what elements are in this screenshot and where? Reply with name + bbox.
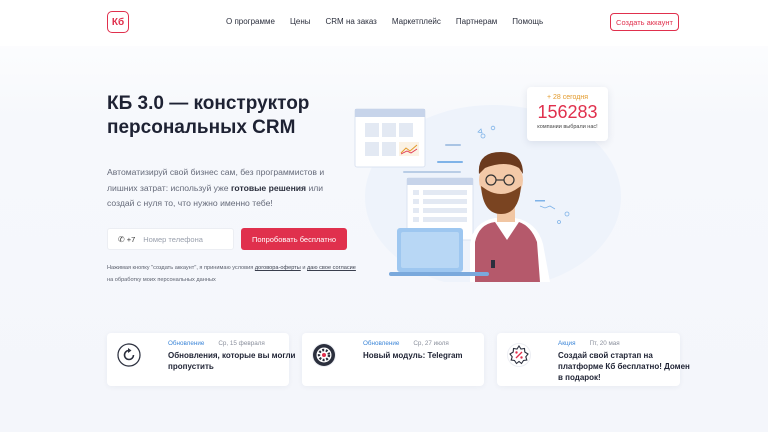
card-date: Пт, 20 мая [589,340,620,347]
nav-help[interactable]: Помощь [512,17,543,26]
main-nav: О программе Цены CRM на заказ Маркетплей… [226,17,543,26]
nav-prices[interactable]: Цены [290,17,311,26]
phone-icon: ✆ [118,234,125,244]
site-header: Кб О программе Цены CRM на заказ Маркетп… [0,0,768,46]
phone-input[interactable] [143,234,224,244]
offer-agreement-link[interactable]: договора-оферты [255,265,301,271]
nav-crm-custom[interactable]: CRM на заказ [326,17,377,26]
stats-caption: компании выбрали нас! [537,124,598,130]
card-title: Создай свой стартап на платформе Кб бесп… [558,351,690,382]
stats-count: 156283 [537,102,598,122]
nav-marketplace[interactable]: Маркетплейс [392,17,441,26]
card-date: Ср, 27 июля [413,340,449,347]
card-title: Новый модуль: Telegram [363,351,463,360]
gear-icon [312,343,336,367]
card-tag: Обновление [168,340,205,347]
card-meta: Обновление Ср, 27 июля [363,340,449,347]
nav-about[interactable]: О программе [226,17,275,26]
app-window-illustration [354,108,426,168]
page-title: КБ 3.0 — конструктор персональных CRM [107,93,310,138]
phone-country-code: +7 [126,234,136,244]
refresh-icon [117,343,141,367]
news-card-telegram[interactable]: Обновление Ср, 27 июля Новый модуль: Tele… [302,333,484,386]
nav-partners[interactable]: Партнерам [456,17,497,26]
phone-field[interactable]: ✆ +7 [107,228,234,250]
hero-desc-bold: готовые решения [230,182,307,193]
signup-stats-card: + 28 сегодня 156283 компании выбрали нас… [527,87,608,141]
news-card-promo[interactable]: Акция Пт, 20 мая Создай свой стартап на п… [497,333,690,386]
card-meta: Акция Пт, 20 мая [558,340,620,347]
consent-part3: на обработку моих персональных данных [107,276,216,283]
discount-icon [507,343,531,367]
logo[interactable]: Кб [107,11,129,33]
card-meta: Обновление Ср, 15 февраля [168,340,265,347]
news-card-updates[interactable]: Обновление Ср, 15 февраля Обновления, кот… [107,333,295,386]
stats-today: + 28 сегодня [546,94,589,101]
try-free-button[interactable]: Попробовать бесплатно [241,228,347,250]
consent-part1: Нажимая кнопку "создать аккаунт", я прин… [107,265,255,271]
card-tag: Акция [558,340,576,347]
consent-text: Нажимая кнопку "создать аккаунт", я прин… [107,263,357,286]
card-tag: Обновление [363,340,400,347]
card-date: Ср, 15 февраля [218,340,265,347]
card-title: Обновления, которые вы могли пропустить [168,351,296,371]
hero-description: Автоматизируй свой бизнес сам, без прогр… [107,165,332,212]
create-account-button[interactable]: Создать аккаунт [610,13,679,31]
